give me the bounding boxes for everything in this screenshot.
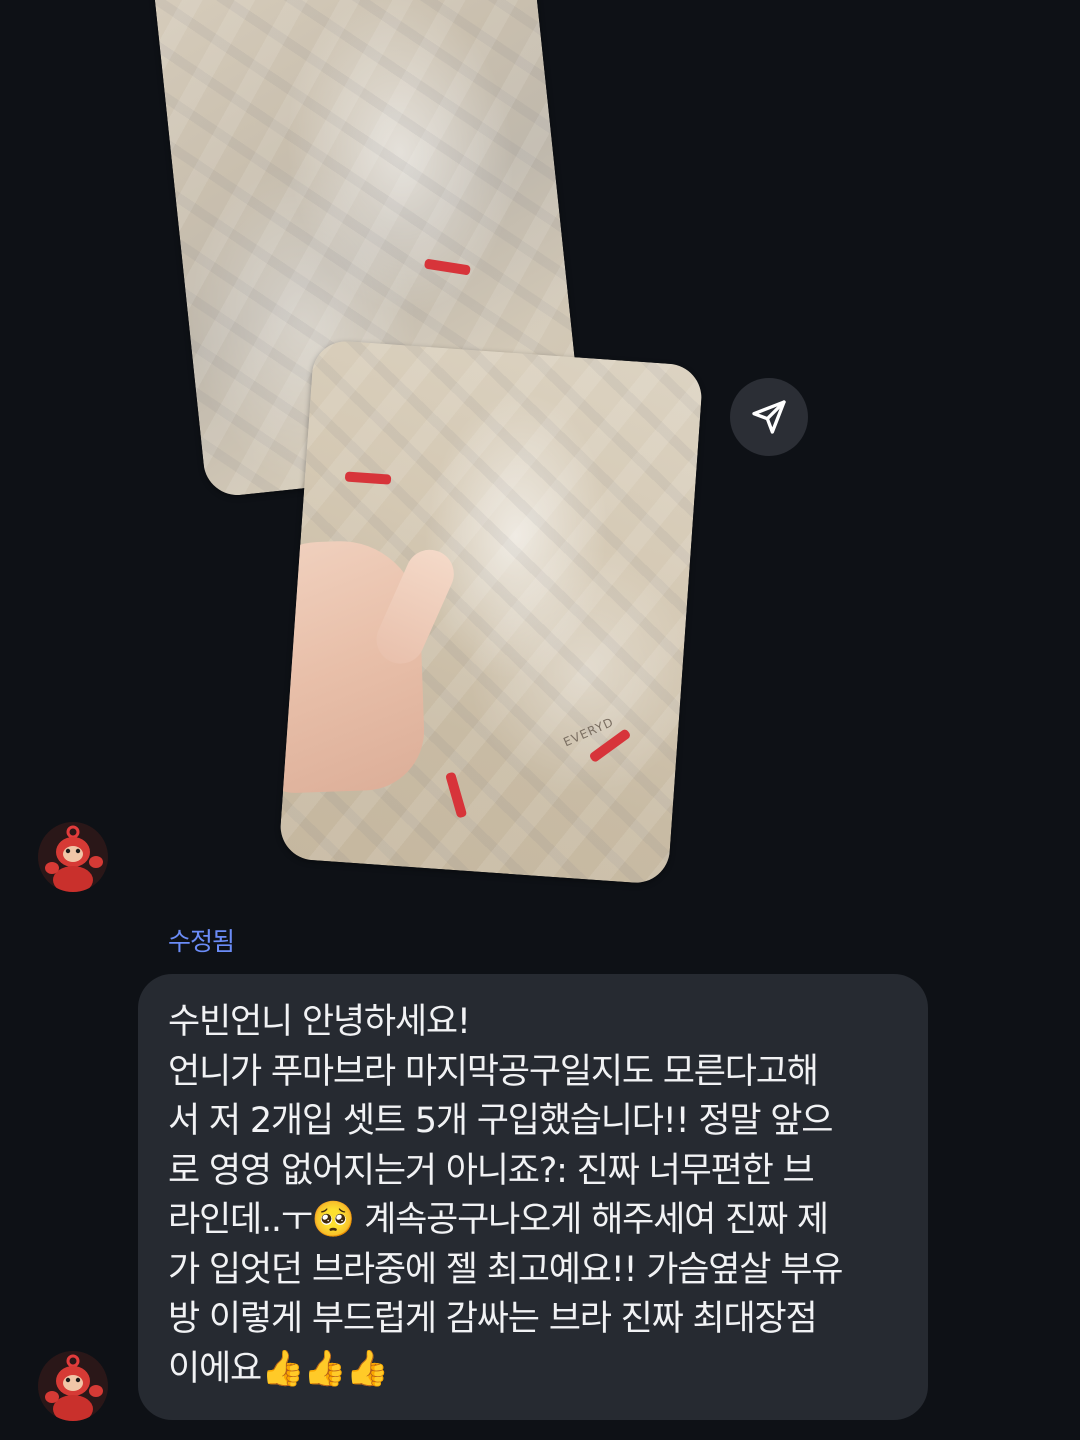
chat-screen: EVERYD 수정됨 수빈언니 안녕하세요! 언니가 푸마브라 마지막공구일지도… (0, 0, 1080, 1440)
message-line: 가 입엇던 브라중에 젤 최고예요!! 가슴옆살 부유 (168, 1249, 843, 1290)
message-text: 수빈언니 안녕하세요! 언니가 푸마브라 마지막공구일지도 모른다고해 서 저 … (168, 998, 902, 1394)
message-line: 수빈언니 안녕하세요! (168, 1002, 471, 1042)
edited-label: 수정됨 (168, 927, 235, 956)
send-icon (752, 400, 786, 434)
sender-avatar[interactable] (38, 1351, 108, 1421)
share-button[interactable] (730, 378, 808, 456)
message-line: 라인데..ㅜ🥺 계속공구나오게 해주세여 진짜 제 (168, 1200, 829, 1240)
shared-photo-2[interactable]: EVERYD (278, 339, 704, 885)
message-line: 이에요👍👍👍 (168, 1348, 389, 1389)
message-line: 서 저 2개입 셋트 5개 구입했습니다!! 정말 앞으 (168, 1101, 833, 1141)
message-bubble[interactable]: 수빈언니 안녕하세요! 언니가 푸마브라 마지막공구일지도 모른다고해 서 저 … (138, 974, 928, 1420)
message-line: 언니가 푸마브라 마지막공구일지도 모른다고해 (168, 1051, 819, 1092)
message-line: 로 영영 없어지는거 아니죠?: 진짜 너무편한 브 (168, 1150, 815, 1191)
avatar-icon (38, 1351, 108, 1421)
message-line: 방 이렇게 부드럽게 감싸는 브라 진짜 최대장점 (168, 1299, 818, 1339)
sender-avatar[interactable] (38, 822, 108, 892)
avatar-icon (38, 822, 108, 892)
